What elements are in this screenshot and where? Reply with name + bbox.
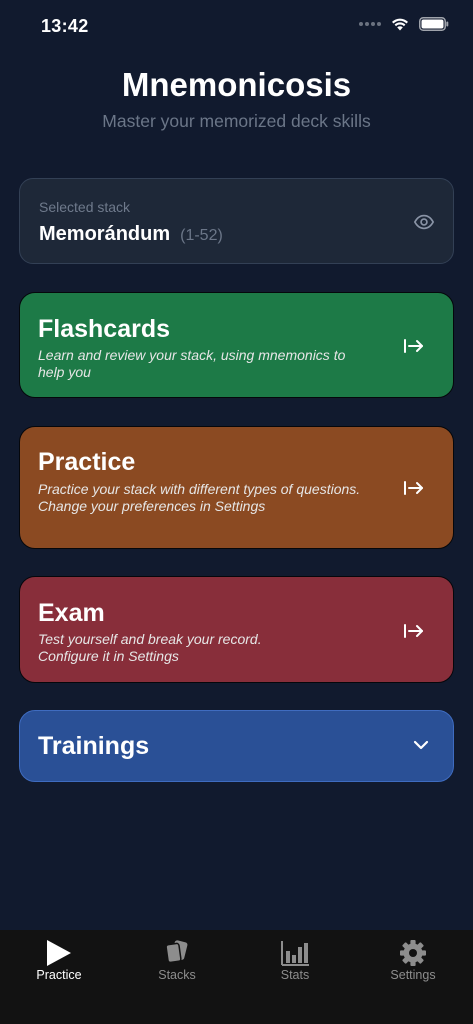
tab-practice-label: Practice [36, 968, 82, 982]
practice-description-line2: Change your preferences in Settings [38, 497, 266, 514]
app-title: Mnemonicosis [121, 66, 352, 103]
status-indicators [359, 17, 449, 31]
arrow-right-to-bar-icon [404, 481, 423, 495]
exam-card[interactable]: Exam Test yourself and break your record… [19, 576, 454, 683]
practice-card[interactable]: Practice Practice your stack with differ… [19, 426, 454, 549]
status-bar: 13:42 [0, 0, 473, 52]
bar-chart-icon [281, 941, 309, 966]
practice-title: Practice [38, 448, 136, 476]
practice-description: Practice your stack with different types… [38, 481, 373, 514]
tab-settings-label: Settings [390, 968, 436, 982]
practice-description-line1: Practice your stack with different types… [38, 481, 361, 497]
tab-stacks-label: Stacks [158, 968, 196, 982]
cards-icon [165, 940, 188, 964]
app-subtitle: Master your memorized deck skills [102, 111, 371, 131]
arrow-right-to-bar-icon [404, 624, 423, 638]
tab-stats[interactable]: Stats [236, 930, 354, 990]
tab-stacks[interactable]: Stacks [118, 930, 236, 990]
eye-icon[interactable] [413, 211, 435, 233]
gear-icon [400, 940, 426, 966]
status-time: 13:42 [41, 16, 89, 36]
exam-description: Test yourself and break your record. Con… [38, 631, 373, 664]
practice-screen: 13:42 Mnemonicosis Master your memorized… [0, 0, 473, 1024]
selected-stack-caption: Selected stack [39, 199, 131, 215]
trainings-dropdown[interactable]: Trainings [19, 710, 454, 782]
selected-stack-name: Memorándum [39, 223, 171, 245]
cellular-signal-icon [359, 22, 381, 26]
selected-stack-range: (1-52) [180, 227, 223, 244]
tab-stats-label: Stats [280, 968, 310, 982]
wifi-icon [392, 18, 408, 31]
selected-stack-name-row: Memorándum (1-52) [39, 223, 223, 246]
exam-description-line2: Configure it in Settings [38, 647, 179, 664]
exam-description-line1: Test yourself and break your record. [38, 631, 262, 647]
play-icon [47, 940, 71, 966]
battery-icon [419, 17, 449, 31]
flashcards-title: Flashcards [38, 315, 171, 343]
tab-settings[interactable]: Settings [354, 930, 472, 990]
flashcards-description: Learn and review your stack, using mnemo… [38, 347, 346, 380]
chevron-down-icon [413, 740, 429, 750]
flashcards-card[interactable]: Flashcards Learn and review your stack, … [19, 292, 454, 398]
trainings-title: Trainings [38, 732, 150, 760]
exam-title: Exam [38, 599, 105, 627]
selected-stack-card[interactable]: Selected stack Memorándum (1-52) [19, 178, 454, 264]
arrow-right-to-bar-icon [404, 339, 423, 353]
tab-bar: Practice Stacks Stats Settings [0, 930, 473, 1024]
tab-practice[interactable]: Practice [0, 930, 118, 990]
